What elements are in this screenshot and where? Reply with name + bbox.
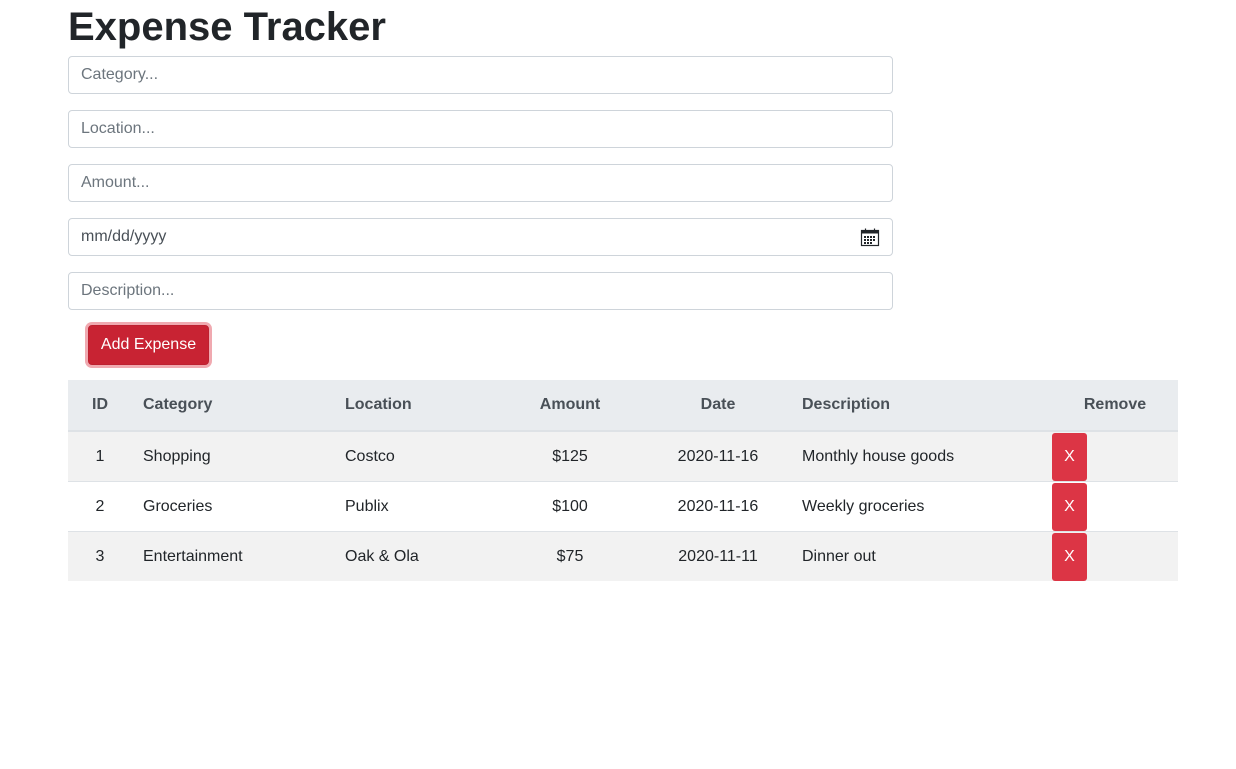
cell-id: 3 xyxy=(68,531,132,581)
header-id: ID xyxy=(68,380,132,432)
cell-date: 2020-11-11 xyxy=(645,531,791,581)
cell-date: 2020-11-16 xyxy=(645,481,791,532)
header-remove: Remove xyxy=(1052,380,1178,432)
cell-date: 2020-11-16 xyxy=(645,430,791,482)
table-header-row: ID Category Location Amount Date Descrip… xyxy=(68,380,1178,432)
table-row: 2 Groceries Publix $100 2020-11-16 Weekl… xyxy=(68,481,1178,532)
cell-amount: $100 xyxy=(495,481,645,532)
cell-amount: $125 xyxy=(495,430,645,482)
amount-input[interactable] xyxy=(68,164,893,202)
cell-amount: $75 xyxy=(495,531,645,581)
date-input-placeholder: mm/dd/yyyy xyxy=(81,228,167,245)
cell-category: Groceries xyxy=(132,481,334,532)
page-title: Expense Tracker xyxy=(68,5,386,49)
cell-category: Shopping xyxy=(132,430,334,482)
cell-description: Weekly groceries xyxy=(791,481,1052,532)
expense-table: ID Category Location Amount Date Descrip… xyxy=(68,380,1178,581)
cell-remove: X xyxy=(1052,531,1178,581)
cell-location: Costco xyxy=(334,430,495,482)
category-input[interactable] xyxy=(68,56,893,94)
table-row: 3 Entertainment Oak & Ola $75 2020-11-11… xyxy=(68,531,1178,581)
table-row: 1 Shopping Costco $125 2020-11-16 Monthl… xyxy=(68,430,1178,482)
header-date: Date xyxy=(645,380,791,432)
cell-id: 1 xyxy=(68,430,132,482)
cell-remove: X xyxy=(1052,481,1178,532)
cell-description: Monthly house goods xyxy=(791,430,1052,482)
cell-description: Dinner out xyxy=(791,531,1052,581)
header-location: Location xyxy=(334,380,495,432)
cell-location: Oak & Ola xyxy=(334,531,495,581)
remove-row-button[interactable]: X xyxy=(1052,482,1087,531)
cell-remove: X xyxy=(1052,430,1178,482)
add-expense-button[interactable]: Add Expense xyxy=(88,325,209,365)
date-input[interactable]: mm/dd/yyyy xyxy=(68,218,893,256)
cell-location: Publix xyxy=(334,481,495,532)
header-category: Category xyxy=(132,380,334,432)
header-amount: Amount xyxy=(495,380,645,432)
header-description: Description xyxy=(791,380,1052,432)
calendar-icon[interactable] xyxy=(860,227,880,247)
cell-id: 2 xyxy=(68,481,132,532)
remove-row-button[interactable]: X xyxy=(1052,532,1087,581)
remove-row-button[interactable]: X xyxy=(1052,432,1087,481)
cell-category: Entertainment xyxy=(132,531,334,581)
description-input[interactable] xyxy=(68,272,893,310)
expense-tracker-page: Expense Tracker mm/dd/yyyy Add Expense xyxy=(0,0,1236,769)
location-input[interactable] xyxy=(68,110,893,148)
